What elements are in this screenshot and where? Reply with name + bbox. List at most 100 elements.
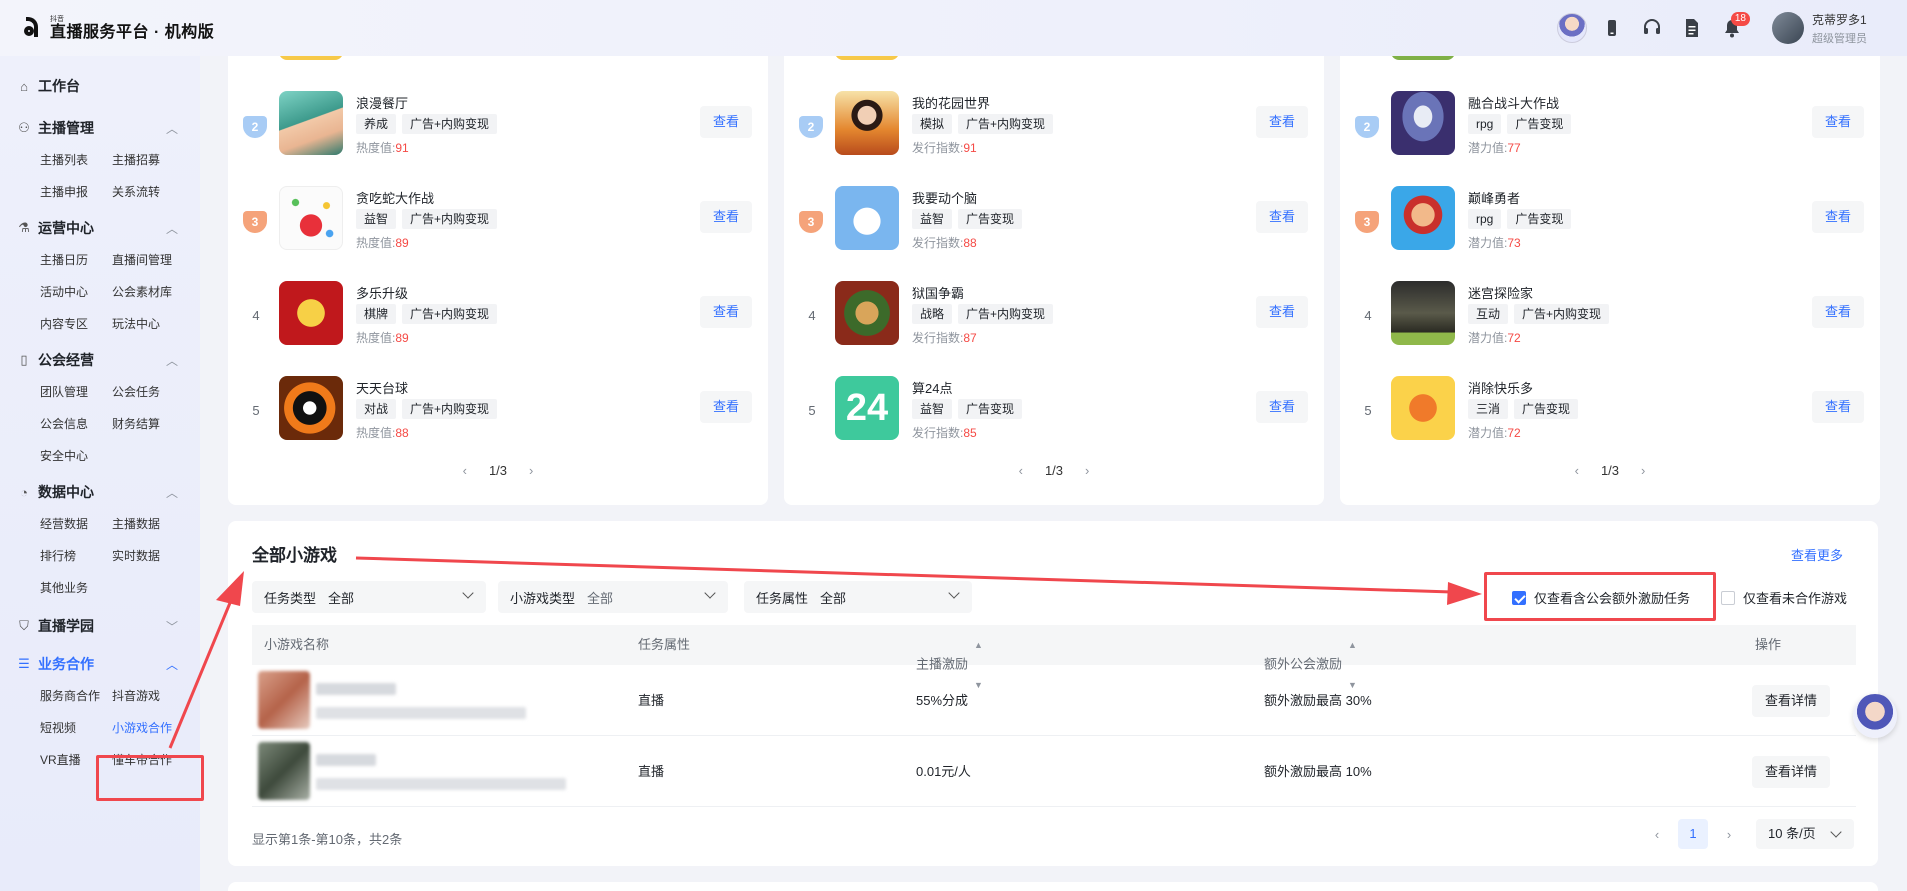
user-menu[interactable]: 克蒂罗多1 超级管理员 (1772, 11, 1867, 46)
game-tag: 广告变现 (958, 209, 1023, 229)
sidebar-item-team-management[interactable]: 团队管理 (40, 376, 112, 408)
sidebar-item-finance-settlement[interactable]: 财务结算 (112, 408, 184, 440)
game-tag: 广告变现 (1507, 209, 1572, 229)
app-logo[interactable]: 抖音 直播服务平台 · 机构版 (22, 16, 214, 41)
table-pagination: ‹ 1 › 10 条/页 (1642, 819, 1854, 849)
sidebar-group-anchor-management[interactable]: ⚇ 主播管理 ︿ (16, 116, 200, 140)
sidebar-item-provider-cooperation[interactable]: 服务商合作 (40, 680, 112, 712)
view-button[interactable]: 查看 (1812, 296, 1864, 328)
filter-value: 全部 (587, 590, 614, 606)
sidebar-item-douyin-games[interactable]: 抖音游戏 (112, 680, 184, 712)
game-tag: 广告+内购变现 (402, 114, 498, 134)
sidebar-item-guild-info[interactable]: 公会信息 (40, 408, 112, 440)
view-button[interactable]: 查看 (700, 201, 752, 233)
view-button[interactable]: 查看 (1812, 391, 1864, 423)
headset-icon[interactable] (1632, 8, 1672, 48)
view-button[interactable]: 查看 (1812, 201, 1864, 233)
bell-icon[interactable]: 18 (1712, 8, 1752, 48)
phone-icon[interactable] (1592, 8, 1632, 48)
user-avatar (1772, 12, 1804, 44)
game-name: 我的花园世界 (912, 96, 991, 111)
view-button[interactable]: 查看 (700, 106, 752, 138)
game-tag: 广告+内购变现 (958, 114, 1054, 134)
sidebar-group-operation-center[interactable]: ⚗ 运营中心 ︿ (16, 216, 200, 240)
view-button[interactable]: 查看 (1256, 201, 1308, 233)
view-button[interactable]: 查看 (1256, 296, 1308, 328)
rank-number: 5 (252, 403, 260, 418)
sidebar-item-short-video[interactable]: 短视频 (40, 712, 112, 744)
sidebar-group-guild-operation[interactable]: ▯ 公会经营 ︿ (16, 348, 200, 372)
rank-number: 4 (1364, 308, 1372, 323)
guild-incentive-cell: 额外激励最高 30% (1264, 693, 1372, 708)
app-title: 直播服务平台 · 机构版 (50, 23, 215, 41)
page-size-select[interactable]: 10 条/页 (1756, 819, 1854, 849)
game-icon: 24 (835, 376, 899, 440)
anchor-incentive-cell: 55%分成 (916, 693, 969, 708)
game-metric: 发行指数:87 (912, 331, 977, 345)
sidebar-item-workbench[interactable]: ⌂ 工作台 (16, 74, 200, 98)
game-tag: 棋牌 (356, 304, 397, 324)
sidebar-group-business-cooperation[interactable]: ☰ 业务合作 ︿ (16, 652, 200, 676)
prev-page-icon[interactable]: ‹ (463, 463, 467, 478)
sidebar-group-live-academy[interactable]: ⛉ 直播学园 ﹀ (16, 614, 200, 638)
sidebar-item-mini-game-cooperation[interactable]: 小游戏合作 (112, 712, 184, 744)
sidebar-item-anchor-calendar[interactable]: 主播日历 (40, 244, 112, 276)
sidebar-item-leaderboard[interactable]: 排行榜 (40, 540, 112, 572)
sidebar-item-anchor-data[interactable]: 主播数据 (112, 508, 184, 540)
checkbox-unchecked-icon[interactable] (1721, 590, 1735, 605)
prev-page-icon[interactable]: ‹ (1642, 827, 1672, 842)
next-page-icon[interactable]: › (1085, 463, 1089, 478)
logo-small-text: 抖音 (50, 15, 64, 23)
prev-page-icon[interactable]: ‹ (1019, 463, 1023, 478)
sidebar-group-label: 直播学园 (38, 618, 94, 634)
view-button[interactable]: 查看 (700, 391, 752, 423)
sidebar-group-data-center[interactable]: ◔ 数据中心 ︿ (16, 480, 200, 504)
blurred-game-desc (316, 707, 526, 719)
sidebar-item-security-center[interactable]: 安全中心 (40, 440, 112, 472)
sidebar-item-anchor-list[interactable]: 主播列表 (40, 144, 112, 176)
next-page-icon[interactable]: › (1714, 827, 1744, 842)
task-attribute-select[interactable]: 任务属性 全部 (744, 581, 972, 613)
sidebar-item-material-library[interactable]: 公会素材库 (112, 276, 184, 308)
view-more-link[interactable]: 查看更多 (1791, 545, 1843, 564)
sidebar-item-content-zone[interactable]: 内容专区 (40, 308, 112, 340)
sidebar-item-anchor-report[interactable]: 主播申报 (40, 176, 112, 208)
game-metric: 热度值:91 (356, 141, 409, 155)
chevron-down-icon (704, 587, 716, 599)
task-type-select[interactable]: 任务类型 全部 (252, 581, 486, 613)
sidebar-item-realtime-data[interactable]: 实时数据 (112, 540, 184, 572)
assistant-avatar-icon[interactable] (1552, 8, 1592, 48)
game-name: 多乐升级 (356, 286, 409, 301)
sidebar-item-gameplay-center[interactable]: 玩法中心 (112, 308, 184, 340)
game-type-select[interactable]: 小游戏类型 全部 (498, 581, 728, 613)
assistant-floating-avatar[interactable] (1853, 694, 1897, 738)
sidebar-item-relation-transfer[interactable]: 关系流转 (112, 176, 184, 208)
prev-page-icon[interactable]: ‹ (1575, 463, 1579, 478)
sidebar-item-guild-task[interactable]: 公会任务 (112, 376, 184, 408)
view-button[interactable]: 查看 (1256, 106, 1308, 138)
current-page[interactable]: 1 (1678, 819, 1708, 849)
view-button[interactable]: 查看 (1812, 106, 1864, 138)
sidebar-item-business-data[interactable]: 经营数据 (40, 508, 112, 540)
game-tag: 益智 (912, 399, 953, 419)
sidebar-item-activity-center[interactable]: 活动中心 (40, 276, 112, 308)
blurred-game-icon (258, 671, 310, 729)
sidebar-group-label: 业务合作 (38, 656, 94, 672)
hot-games-card: 2 浪漫餐厅 养成 广告+内购变现 热度值:91 查看 3 贪吃蛇大作战 益智 广告… (228, 0, 768, 505)
document-icon[interactable] (1672, 8, 1712, 48)
next-page-icon[interactable]: › (1641, 463, 1645, 478)
game-metric: 发行指数:85 (912, 426, 977, 440)
view-details-button[interactable]: 查看详情 (1752, 756, 1830, 788)
game-tag: 战略 (912, 304, 953, 324)
game-icon (835, 91, 899, 155)
game-name: 我要动个脑 (912, 191, 978, 206)
sidebar-item-room-management[interactable]: 直播间管理 (112, 244, 184, 276)
user-role: 超级管理员 (1812, 32, 1867, 45)
sidebar-item-other-business[interactable]: 其他业务 (40, 572, 112, 604)
view-button[interactable]: 查看 (1256, 391, 1308, 423)
uncooperated-games-checkbox[interactable]: 仅查看未合作游戏 (1721, 588, 1847, 607)
next-page-icon[interactable]: › (529, 463, 533, 478)
view-button[interactable]: 查看 (700, 296, 752, 328)
sidebar-item-anchor-recruit[interactable]: 主播招募 (112, 144, 184, 176)
view-details-button[interactable]: 查看详情 (1752, 685, 1830, 717)
